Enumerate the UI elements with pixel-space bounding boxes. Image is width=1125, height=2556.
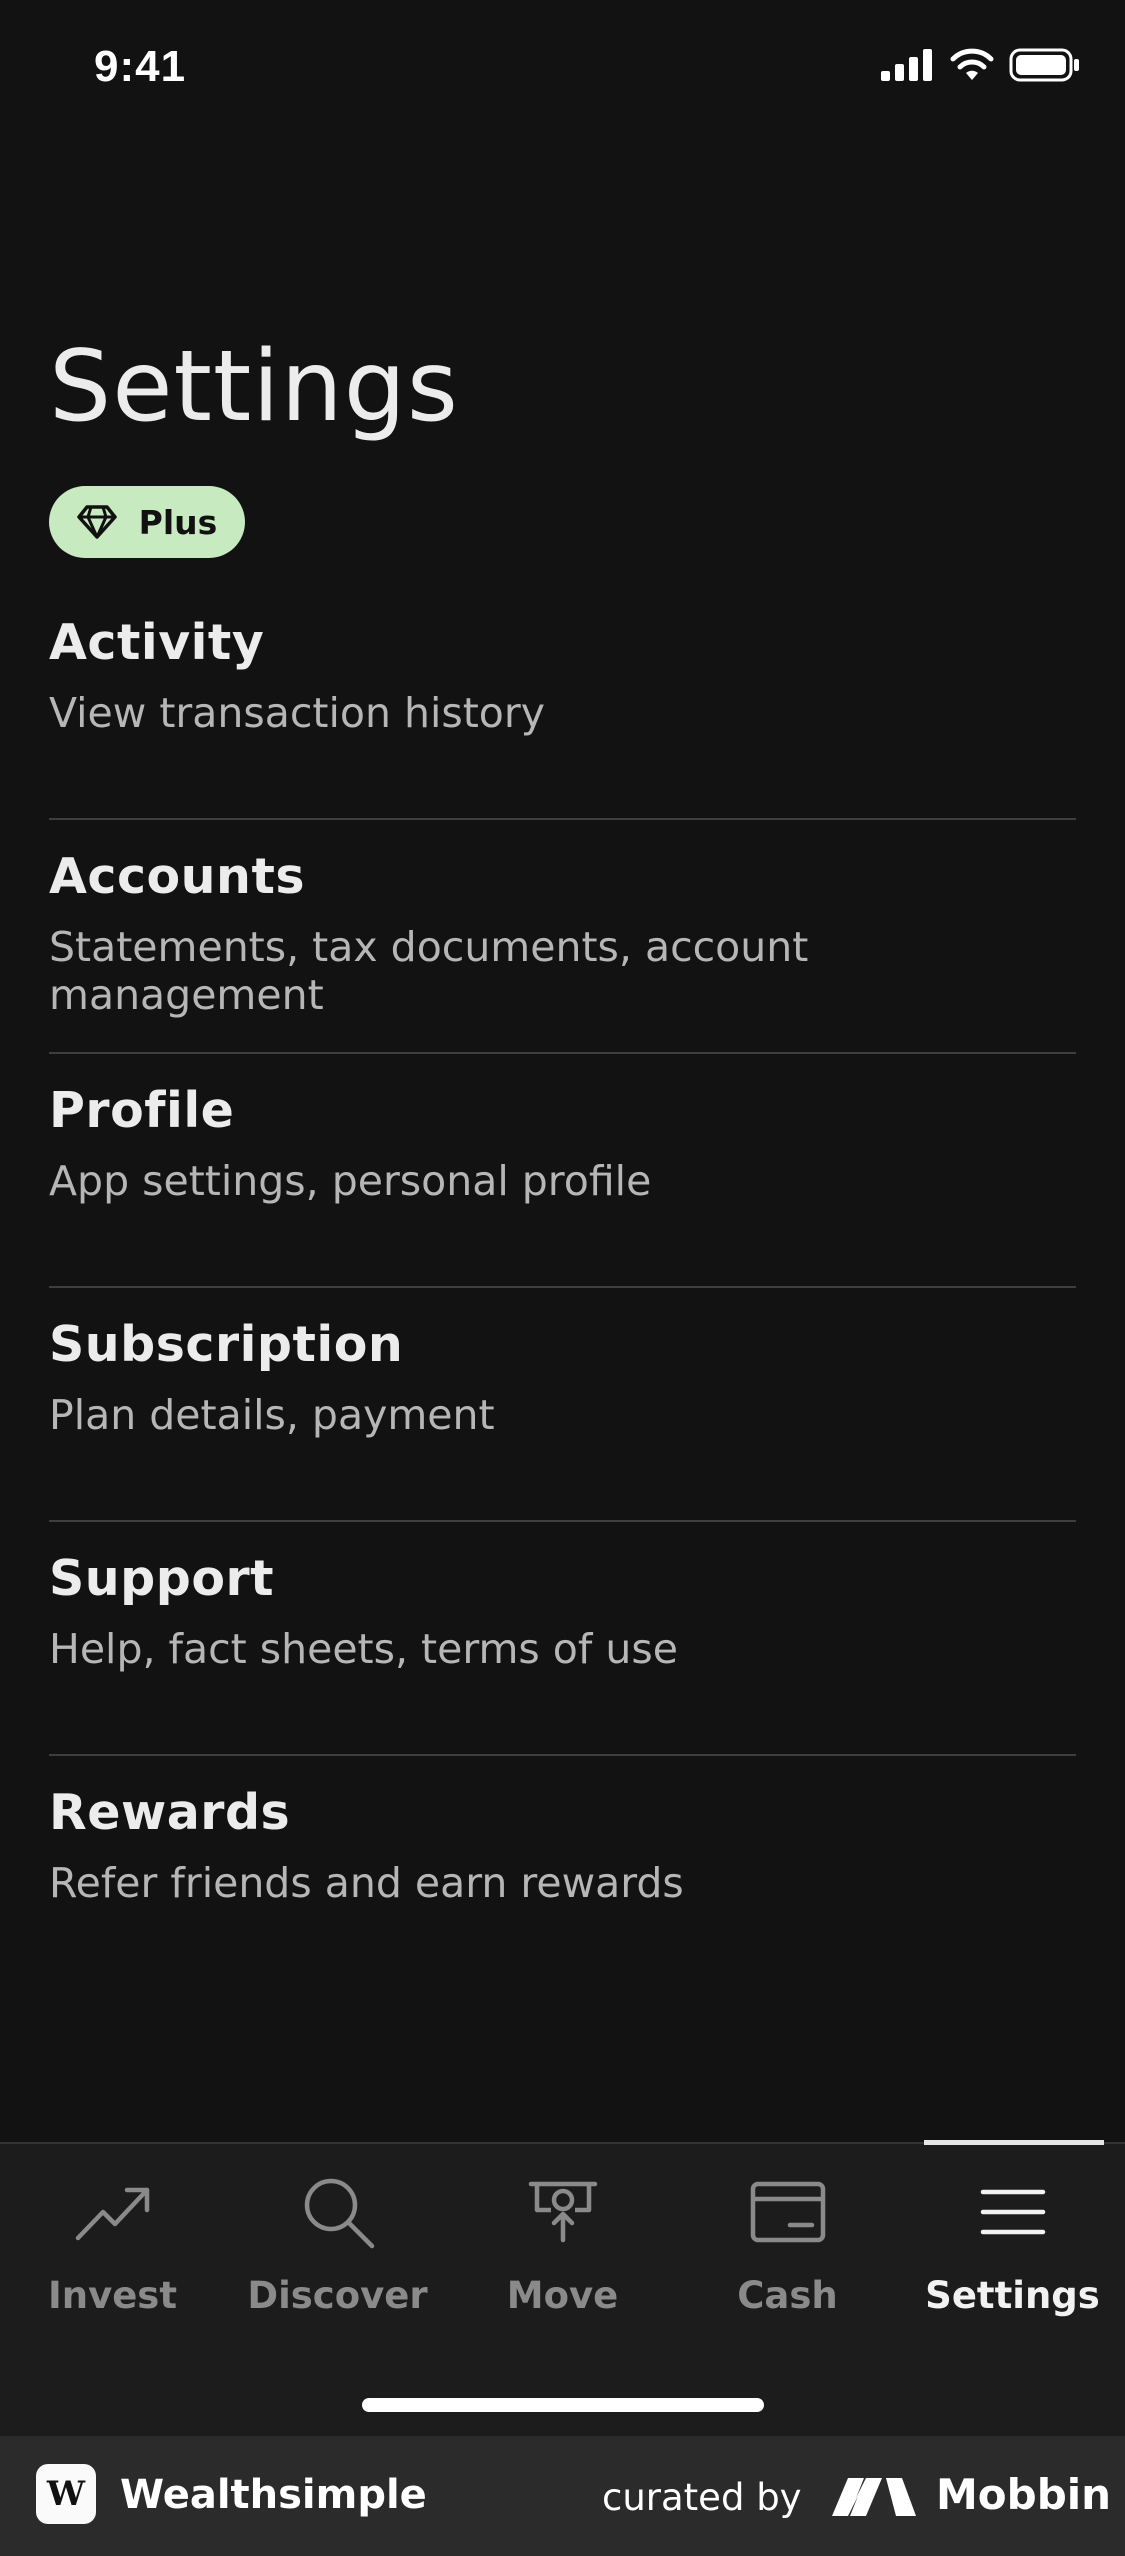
tab-cash[interactable]: Cash xyxy=(675,2144,900,2317)
tab-label: Discover xyxy=(247,2274,428,2317)
move-money-icon xyxy=(528,2181,597,2243)
page-title: Settings xyxy=(49,330,459,444)
menu-item-title: Support xyxy=(49,1550,275,1607)
tab-move[interactable]: Move xyxy=(450,2144,675,2317)
menu-item-subscription[interactable]: Subscription Plan details, payment xyxy=(49,1288,1076,1522)
battery-icon xyxy=(1009,48,1079,82)
diamond-icon xyxy=(76,505,117,539)
menu-item-accounts[interactable]: Accounts Statements, tax documents, acco… xyxy=(49,820,1076,1054)
menu-item-title: Profile xyxy=(49,1082,235,1139)
tab-label: Invest xyxy=(47,2274,178,2317)
menu-item-title: Accounts xyxy=(49,848,306,905)
menu-item-activity[interactable]: Activity View transaction history xyxy=(49,586,1076,820)
mobbin-logo-icon xyxy=(832,2478,916,2516)
status-time: 9:41 xyxy=(94,42,187,91)
tab-label: Move xyxy=(506,2274,619,2317)
tab-label: Cash xyxy=(737,2274,838,2317)
tab-discover[interactable]: Discover xyxy=(225,2144,450,2317)
menu-item-title: Rewards xyxy=(49,1784,291,1841)
footer-brand: Mobbin xyxy=(936,2470,1112,2519)
menu-item-support[interactable]: Support Help, fact sheets, terms of use xyxy=(49,1522,1076,1756)
cellular-signal-icon xyxy=(881,49,932,81)
footer-app-name: Wealthsimple xyxy=(120,2472,427,2518)
menu-item-subtitle: Refer friends and earn rewards xyxy=(49,1859,684,1907)
menu-icon xyxy=(980,2189,1045,2235)
menu-item-title: Activity xyxy=(49,614,265,671)
menu-item-subtitle: Statements, tax documents, account manag… xyxy=(49,923,809,1019)
tab-label: Settings xyxy=(925,2274,1100,2317)
tab-settings[interactable]: Settings xyxy=(900,2144,1125,2317)
tab-bar: Invest Discover Move Cash Settings xyxy=(0,2140,1125,2436)
plan-badge[interactable]: Plus xyxy=(49,486,245,558)
trending-up-icon xyxy=(75,2187,149,2241)
plan-badge-label: Plus xyxy=(138,502,218,542)
menu-item-title: Subscription xyxy=(49,1316,404,1373)
card-icon xyxy=(750,2181,825,2243)
status-bar: 9:41 xyxy=(0,0,1125,140)
wealthsimple-logo: W xyxy=(36,2464,96,2524)
menu-item-subtitle: App settings, personal profile xyxy=(49,1157,652,1205)
menu-item-rewards[interactable]: Rewards Refer friends and earn rewards xyxy=(49,1756,1076,1990)
status-icons xyxy=(881,48,1081,82)
menu-item-subtitle: Plan details, payment xyxy=(49,1391,495,1439)
menu-item-profile[interactable]: Profile App settings, personal profile xyxy=(49,1054,1076,1288)
wifi-icon xyxy=(950,48,994,80)
menu-item-subtitle: View transaction history xyxy=(49,689,545,737)
settings-menu: Activity View transaction history Accoun… xyxy=(49,586,1076,1990)
home-indicator xyxy=(362,2398,764,2412)
footer-curated-by: curated by xyxy=(602,2476,802,2519)
tab-invest[interactable]: Invest xyxy=(0,2144,225,2317)
search-icon xyxy=(304,2178,374,2249)
menu-item-subtitle: Help, fact sheets, terms of use xyxy=(49,1625,678,1673)
attribution-footer: W Wealthsimple curated by Mobbin xyxy=(0,2436,1125,2556)
